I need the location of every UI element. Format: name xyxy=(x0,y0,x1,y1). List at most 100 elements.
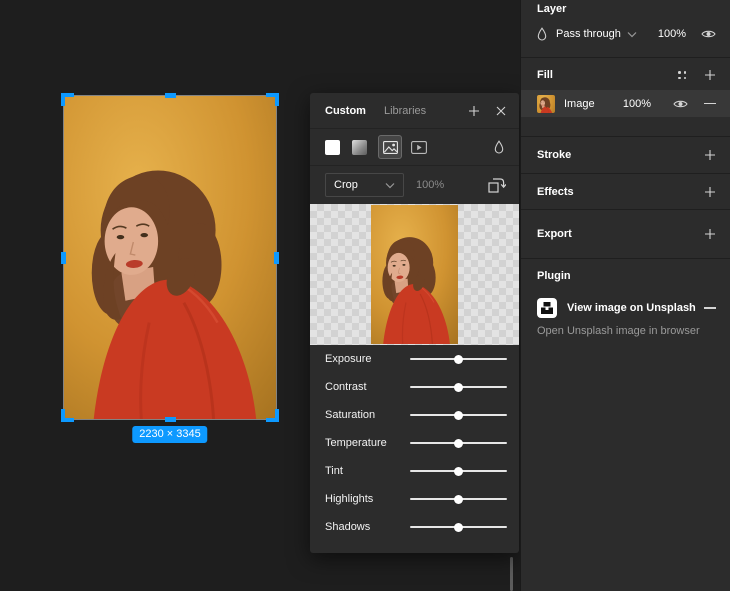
plugin-description: Open Unsplash image in browser xyxy=(537,325,700,337)
selected-image-layer[interactable]: 2230 × 3345 xyxy=(61,93,279,443)
tab-custom[interactable]: Custom xyxy=(325,105,366,117)
styles-icon[interactable] xyxy=(678,71,686,79)
stroke-section: Stroke xyxy=(521,137,730,174)
unsplash-icon xyxy=(537,298,557,318)
fill-type-row xyxy=(310,129,519,166)
adjustment-slider-row: Tint xyxy=(325,457,507,485)
fill-type-label[interactable]: Image xyxy=(564,98,595,110)
slider-track[interactable] xyxy=(410,382,507,392)
add-effect-button[interactable] xyxy=(704,186,716,198)
fill-type-image-button[interactable] xyxy=(378,135,402,159)
chevron-down-icon xyxy=(385,182,395,189)
chevron-down-icon[interactable] xyxy=(627,31,637,38)
slider-handle[interactable] xyxy=(454,466,463,476)
close-panel-button[interactable] xyxy=(495,105,507,117)
slider-handle[interactable] xyxy=(454,354,463,364)
slider-handle[interactable] xyxy=(454,410,463,420)
image-preview xyxy=(371,205,458,344)
selection-handle-bottom-left[interactable] xyxy=(61,409,74,422)
selection-handle-top-left[interactable] xyxy=(61,93,74,106)
blend-mode-dropdown[interactable]: Pass through xyxy=(556,28,621,40)
adjustment-slider-row: Saturation xyxy=(325,401,507,429)
fill-opacity-value[interactable]: 100% xyxy=(416,179,444,191)
effects-section-title: Effects xyxy=(537,185,574,198)
rotate-icon xyxy=(488,177,506,193)
slider-label: Temperature xyxy=(325,437,387,449)
blend-mode-icon[interactable] xyxy=(537,27,547,41)
adjustment-slider-row: Shadows xyxy=(325,513,507,541)
plugin-section: Plugin View image on Unsplash Open Unspl… xyxy=(521,259,730,337)
fill-editor-panel: Custom Libraries Crop 100% Exposure Cont… xyxy=(310,93,519,553)
portrait-image xyxy=(64,96,276,419)
figma-app: 2230 × 3345 Custom Libraries Crop 100% E… xyxy=(0,0,730,591)
remove-fill-button[interactable] xyxy=(704,102,716,105)
slider-handle[interactable] xyxy=(454,382,463,392)
slider-track[interactable] xyxy=(410,494,507,504)
tab-libraries[interactable]: Libraries xyxy=(384,105,426,117)
selection-handle-bottom-center[interactable] xyxy=(164,417,176,422)
plus-icon xyxy=(704,149,716,161)
fill-type-video-button[interactable] xyxy=(411,141,427,154)
adjustment-sliders: Exposure Contrast Saturation Temperature Tin… xyxy=(310,345,519,541)
layer-visibility-eye-icon[interactable] xyxy=(701,29,716,39)
add-export-button[interactable] xyxy=(704,228,716,240)
image-preview-area xyxy=(310,204,519,345)
stroke-section-title: Stroke xyxy=(537,149,572,161)
view-on-unsplash-row[interactable]: View image on Unsplash xyxy=(521,291,730,325)
fill-opacity[interactable]: 100% xyxy=(623,98,651,110)
slider-handle[interactable] xyxy=(454,438,463,448)
fill-type-gradient-button[interactable] xyxy=(352,139,367,155)
video-icon xyxy=(411,141,427,154)
view-on-unsplash-label[interactable]: View image on Unsplash xyxy=(567,302,696,314)
image-mode-dropdown[interactable]: Crop xyxy=(325,173,404,197)
plus-icon xyxy=(704,228,716,240)
slider-handle[interactable] xyxy=(454,494,463,504)
fill-item-row[interactable]: Image 100% xyxy=(521,90,730,117)
add-fill-plus-icon[interactable] xyxy=(704,69,716,81)
add-stroke-button[interactable] xyxy=(704,149,716,161)
fill-type-solid-button[interactable] xyxy=(325,139,340,155)
adjustment-slider-row: Highlights xyxy=(325,485,507,513)
close-icon xyxy=(495,105,507,117)
slider-label: Saturation xyxy=(325,409,376,421)
slider-handle[interactable] xyxy=(454,522,463,532)
slider-label: Contrast xyxy=(325,381,367,393)
canvas-scrollbar[interactable] xyxy=(510,557,513,591)
slider-track[interactable] xyxy=(410,522,507,532)
slider-track[interactable] xyxy=(410,466,507,476)
slider-label: Tint xyxy=(325,465,343,477)
fill-visibility-eye-icon[interactable] xyxy=(673,99,688,109)
export-section: Export xyxy=(521,210,730,259)
effects-section: Effects xyxy=(521,174,730,210)
selection-handle-left-center[interactable] xyxy=(61,251,66,264)
fill-section: Fill Image 100% xyxy=(521,60,730,137)
rotate-image-button[interactable] xyxy=(488,177,506,193)
slider-label: Highlights xyxy=(325,493,374,505)
export-section-title: Export xyxy=(537,228,572,240)
plugin-section-title: Plugin xyxy=(537,270,571,282)
droplet-icon xyxy=(494,140,504,154)
layer-section-title: Layer xyxy=(537,3,567,15)
plus-icon xyxy=(468,105,480,117)
adjustment-slider-row: Exposure xyxy=(325,345,507,373)
slider-track[interactable] xyxy=(410,438,507,448)
slider-track[interactable] xyxy=(410,354,507,364)
inspector-panel: Layer Pass through 100% Fill Image 100% xyxy=(520,0,730,591)
selection-dimensions-badge: 2230 × 3345 xyxy=(132,426,208,443)
layer-opacity-value[interactable]: 100% xyxy=(658,28,686,40)
collapse-plugin-button[interactable] xyxy=(704,307,716,309)
add-fill-button[interactable] xyxy=(468,105,480,117)
selection-handle-right-center[interactable] xyxy=(274,251,279,264)
layer-section: Layer Pass through 100% xyxy=(521,0,730,58)
selection-handle-top-right[interactable] xyxy=(266,93,279,106)
fill-editor-header: Custom Libraries xyxy=(310,93,519,129)
image-mode-value: Crop xyxy=(334,179,358,191)
plus-icon xyxy=(704,186,716,198)
color-droplet-button[interactable] xyxy=(494,140,504,154)
slider-label: Shadows xyxy=(325,521,371,533)
slider-track[interactable] xyxy=(410,410,507,420)
adjustment-slider-row: Contrast xyxy=(325,373,507,401)
fill-thumbnail[interactable] xyxy=(537,95,555,113)
selection-handle-top-center[interactable] xyxy=(164,93,176,98)
selection-handle-bottom-right[interactable] xyxy=(266,409,279,422)
